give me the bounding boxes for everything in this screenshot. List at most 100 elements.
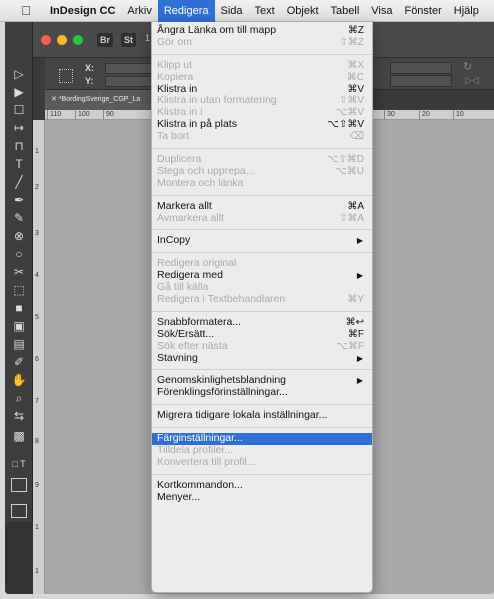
menu-item-label: Kortkommandon... (157, 478, 243, 491)
menu-item-label: Duplicera (157, 153, 202, 166)
menu-item-label: Stega och upprepa... (157, 164, 255, 177)
rotation-angle-field[interactable] (390, 62, 452, 74)
free-transform-tool-icon[interactable]: ⬚ (9, 282, 29, 298)
system-menu-bar:  InDesign CCArkivRedigeraSidaTextObjekt… (0, 0, 494, 22)
ruler-tick: 3 (35, 230, 39, 237)
scissors-tool-icon[interactable]: ✂ (9, 264, 29, 280)
menu-item-shortcut: ⌥⇧⌘V (327, 119, 364, 131)
x-position-field[interactable] (105, 63, 155, 74)
menubar-item-5[interactable]: Objekt (281, 0, 325, 22)
menubar-item-2[interactable]: Redigera (157, 0, 215, 22)
bridge-button[interactable]: Br (97, 33, 114, 47)
menu-item-label: Konvertera till profil... (157, 455, 256, 468)
menubar-item-1[interactable]: Arkiv (121, 0, 157, 22)
menu-item[interactable]: Menyer... (152, 491, 372, 504)
page-tool-icon[interactable]: ☐ (9, 102, 29, 118)
pen-tool-icon[interactable]: ✒ (9, 192, 29, 208)
flip-icon[interactable]: ▷◁ (465, 75, 479, 86)
menu-item: Ta bort ⌫ (152, 130, 372, 143)
menu-item[interactable]: Migrera tidigare lokala inställningar... (152, 409, 372, 422)
menu-item-shortcut: ⌘A (347, 200, 364, 212)
menubar-item-4[interactable]: Text (249, 0, 281, 22)
ruler-tick: 2 (35, 184, 39, 191)
page-digit: 1 (145, 33, 151, 43)
menubar-item-8[interactable]: Fönster (398, 0, 447, 22)
menu-item-label: Klistra in i (157, 106, 203, 119)
menu-item[interactable]: InCopy ▶ (152, 235, 372, 247)
menubar-item-6[interactable]: Tabell (325, 0, 366, 22)
ruler-tick: 7 (35, 398, 39, 405)
note-tool-icon[interactable]: ▤ (9, 336, 29, 352)
menubar-item-3[interactable]: Sida (215, 0, 249, 22)
close-tab-icon[interactable]: ✕ (51, 96, 59, 103)
reference-point-icon[interactable] (59, 69, 73, 83)
gradient-feather-tool-icon[interactable]: ▣ (9, 318, 29, 334)
menu-item-shortcut: ⇧⌘A (338, 212, 364, 224)
ruler-tick: 100 (78, 111, 90, 118)
menubar-item-9[interactable]: Hjälp (448, 0, 485, 22)
close-window-button[interactable] (41, 35, 51, 45)
redigera-menu: Ångra Länka om till mapp ⌘Z Gör om ⇧⌘Z Klipp… (151, 22, 373, 593)
menu-item-shortcut: ⌘V (347, 83, 364, 95)
menu-item-label: Tilldela profiler... (157, 444, 234, 457)
ruler-tick: 9 (35, 482, 39, 489)
menu-item-label: Färginställningar... (157, 432, 243, 445)
menu-item[interactable]: Stavning ▶ (152, 352, 372, 365)
menu-item-shortcut: ⌘Z (347, 25, 364, 36)
gradient-swatch-tool-icon[interactable]: ■ (9, 300, 29, 316)
direct-selection-tool-icon[interactable]: ▶ (9, 84, 29, 100)
menu-item-label: Genomskinlighetsblandning (157, 374, 286, 387)
shear-angle-field[interactable] (390, 75, 452, 87)
menu-item-shortcut: ⌘C (346, 71, 364, 83)
menu-item[interactable]: Förenklingsförinställningar... (152, 386, 372, 399)
menu-item: Redigera i Textbehandlaren ⌘Y (152, 293, 372, 306)
normal-view-icon[interactable] (11, 478, 27, 492)
content-collector-icon[interactable]: ⊓ (9, 138, 29, 154)
eyedropper-tool-icon[interactable]: ✐ (9, 354, 29, 370)
document-tab[interactable]: ✕ *BordingSverige_CGP_La (45, 90, 165, 110)
rotate-icon[interactable]: ↻ (463, 60, 472, 73)
menu-item-label: Gör om (157, 35, 193, 48)
menubar-item-0[interactable]: InDesign CC (36, 0, 121, 22)
stock-button[interactable]: St (121, 33, 136, 47)
screen-mode-icon[interactable] (11, 504, 27, 518)
ruler-tick: 5 (35, 314, 39, 321)
swap-fill-stroke-icon[interactable]: ⇆ (9, 408, 29, 424)
hand-tool-icon[interactable]: ✋ (9, 372, 29, 388)
menubar-item-7[interactable]: Visa (365, 0, 398, 22)
line-tool-icon[interactable]: ╱ (9, 174, 29, 190)
side-panel (5, 522, 33, 594)
menu-item-label: Montera och länka (157, 176, 244, 189)
menu-item-label: Gå till källa (157, 281, 209, 294)
menu-item-label: Redigera original (157, 257, 237, 270)
menu-item-shortcut: ⌫ (349, 131, 364, 143)
zoom-tool-icon[interactable]: ⌕ (9, 390, 29, 406)
menu-item-label: Klistra in (157, 82, 198, 95)
menu-item-label: Redigera i Textbehandlaren (157, 293, 286, 306)
apple-icon[interactable]:  (16, 3, 36, 18)
menu-item-shortcut: ⌘↩ (345, 316, 364, 328)
vertical-ruler[interactable]: 1 2 3 4 5 6 7 8 9 1 1 (33, 120, 45, 594)
pencil-tool-icon[interactable]: ✎ (9, 210, 29, 226)
menu-item-label: Klistra in utan formatering (157, 94, 277, 107)
ellipse-tool-icon[interactable]: ○ (9, 246, 29, 262)
menu-item-shortcut: ⌥⌘U (335, 165, 364, 177)
y-position-field[interactable] (105, 76, 155, 87)
submenu-arrow-icon: ▶ (356, 353, 363, 363)
menu-item-shortcut: ⌥⌘F (336, 340, 364, 352)
gap-tool-icon[interactable]: ↦ (9, 120, 29, 136)
menu-item: Konvertera till profil... (152, 455, 372, 469)
minimize-window-button[interactable] (57, 35, 67, 45)
type-tool-icon[interactable]: T (9, 156, 29, 172)
menu-item-shortcut: ⌘F (347, 328, 364, 340)
menu-item-label: Ta bort (157, 130, 190, 143)
ruler-tick: 6 (35, 356, 39, 363)
menu-item-shortcut: ⌘X (347, 59, 364, 71)
formatting-affects-icon[interactable]: □ T (9, 456, 29, 472)
rectangle-frame-tool-icon[interactable]: ⊗ (9, 228, 29, 244)
selection-tool-icon[interactable]: ▷ (9, 66, 29, 82)
menu-item-label: Markera allt (157, 199, 212, 212)
zoom-window-button[interactable] (73, 35, 83, 45)
ruler-tick: 30 (387, 111, 395, 118)
fill-stroke-icon[interactable]: ▩ (9, 428, 29, 444)
